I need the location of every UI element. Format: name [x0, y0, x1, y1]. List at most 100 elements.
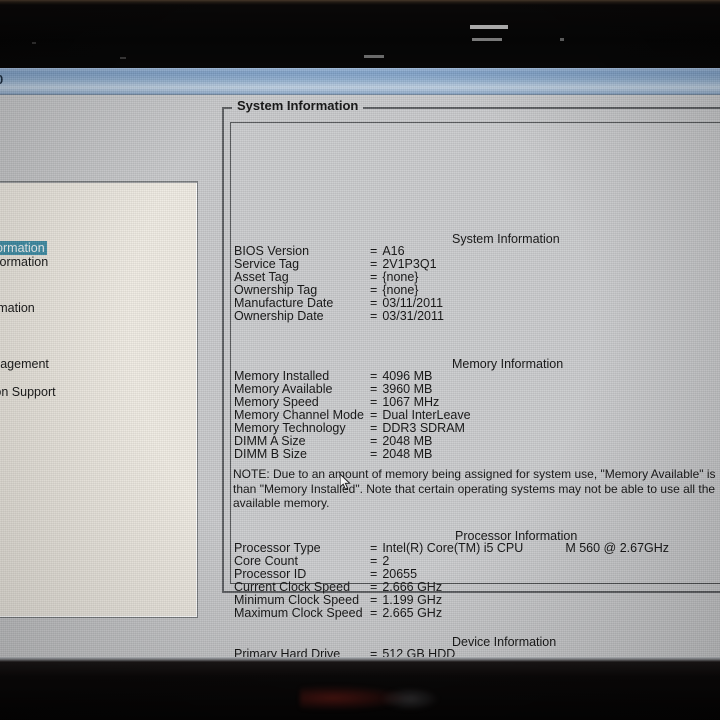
- info-row-label: Current Clock Speed: [234, 580, 351, 594]
- equals-sign: =: [370, 647, 378, 657]
- info-row-label: Manufacture Date: [234, 296, 334, 310]
- info-value-text: 03/31/2011: [382, 309, 444, 323]
- sidebar-item-power-management[interactable]: Power Management: [0, 357, 51, 371]
- info-row-label: Maximum Clock Speed: [234, 606, 363, 620]
- info-value-text: 512 GB HDD: [382, 647, 456, 657]
- sidebar-item-label: Memory Information: [0, 255, 49, 269]
- info-row-value: = 03/11/2011: [370, 296, 443, 310]
- info-row-label: Service Tag: [234, 257, 300, 271]
- navigation-tree-panel[interactable]: System InformationMemory InformationDate…: [0, 181, 198, 618]
- info-row-label: Minimum Clock Speed: [234, 593, 360, 607]
- equals-sign: =: [370, 606, 378, 620]
- info-row-value: = 2048 MB: [370, 447, 432, 461]
- equals-sign: =: [370, 309, 378, 323]
- sidebar-item-label: System Information: [0, 241, 45, 255]
- note-line-1: NOTE: Due to an amount of memory being a…: [233, 467, 716, 481]
- section-title-memory: Memory Information: [452, 357, 564, 371]
- info-row-value: = 1067 MHz: [370, 395, 439, 409]
- info-value-text: {none}: [382, 283, 419, 297]
- sidebar-item-memory-information[interactable]: Memory Information: [0, 255, 50, 269]
- info-value-text: A16: [382, 244, 405, 258]
- groupbox-legend: System Information: [232, 98, 364, 113]
- section-title-device: Device Information: [452, 635, 557, 649]
- info-row-label: Memory Speed: [234, 395, 319, 409]
- info-row-value: = 2.665 GHz: [370, 606, 442, 620]
- info-row-value: = 2.666 GHz: [370, 580, 442, 594]
- window-title: 0: [0, 72, 3, 87]
- sidebar-item-system-information[interactable]: System Information: [0, 241, 47, 255]
- info-row-value: = 03/31/2011: [370, 309, 444, 323]
- info-row-value: = 3960 MB: [370, 382, 432, 396]
- info-row-value: = 2: [370, 554, 389, 568]
- equals-sign: =: [370, 408, 378, 422]
- info-value-text: DDR3 SDRAM: [382, 421, 465, 435]
- equals-sign: =: [370, 283, 378, 297]
- info-row-value: = 2V1P3Q1: [370, 257, 437, 271]
- equals-sign: =: [370, 580, 378, 594]
- equals-sign: =: [370, 421, 378, 435]
- info-row-label: Primary Hard Drive: [234, 647, 341, 657]
- laptop-top-bezel: [0, 0, 720, 68]
- info-row-value: = 20655: [370, 567, 417, 581]
- info-row-value: = 1.199 GHz: [370, 593, 442, 607]
- info-row-label: Memory Available: [234, 382, 333, 396]
- info-value-text: 2048 MB: [382, 447, 433, 461]
- note-line-2: than "Memory Installed". Note that certa…: [233, 481, 716, 496]
- equals-sign: =: [370, 541, 378, 555]
- equals-sign: =: [370, 434, 378, 448]
- info-value-text: 2.666 GHz: [382, 580, 443, 594]
- info-row-value: = DDR3 SDRAM: [370, 421, 465, 435]
- info-value-text: {none}: [382, 270, 419, 284]
- info-value-text: 03/11/2011: [382, 296, 444, 310]
- equals-sign: =: [370, 554, 378, 568]
- info-row-label: Ownership Date: [234, 309, 324, 323]
- info-row-label: Asset Tag: [234, 270, 289, 284]
- info-value-text: 1067 MHz: [382, 395, 440, 409]
- info-row-label: Memory Installed: [234, 369, 330, 383]
- sidebar-item-label: Video Information: [0, 301, 35, 315]
- info-value-text: 2V1P3Q1: [382, 257, 437, 271]
- lcd-screen: 0 System InformationMemory InformationDa…: [0, 68, 720, 657]
- sidebar-item-label: Virtualization Support: [0, 385, 56, 399]
- bezel-glint: [32, 42, 36, 44]
- info-value-text: 20655: [382, 567, 418, 581]
- info-value-text: Dual InterLeave: [382, 408, 471, 422]
- equals-sign: =: [370, 296, 378, 310]
- equals-sign: =: [370, 593, 378, 607]
- laptop-bottom-bezel: [0, 657, 720, 720]
- laptop-screen-photo: 0 System InformationMemory InformationDa…: [0, 0, 720, 720]
- equals-sign: =: [370, 447, 378, 461]
- bios-setup-dialog: System InformationMemory InformationDate…: [0, 96, 720, 657]
- info-row-label: Ownership Tag: [234, 283, 318, 297]
- info-row-value: = {none}: [370, 270, 418, 284]
- bezel-glint: [364, 55, 384, 58]
- equals-sign: =: [370, 257, 378, 271]
- note-line-3: available memory.: [233, 496, 330, 510]
- info-row-label: BIOS Version: [234, 244, 310, 258]
- info-row-label: Processor ID: [234, 567, 307, 581]
- info-value-text: 1.199 GHz: [382, 593, 443, 607]
- equals-sign: =: [370, 244, 378, 258]
- info-row-label: Memory Technology: [234, 421, 346, 435]
- info-row-value: = Dual InterLeave: [370, 408, 471, 422]
- equals-sign: =: [370, 270, 378, 284]
- bezel-glint: [472, 38, 502, 41]
- info-row-value: = A16: [370, 244, 405, 258]
- mouse-cursor-icon: [340, 474, 351, 490]
- info-row-label: Memory Channel Mode: [234, 408, 364, 422]
- information-inner-frame: [230, 122, 720, 584]
- window-titlebar[interactable]: 0: [0, 68, 720, 95]
- info-value-extra: M 560 @ 2.67GHz: [565, 541, 670, 555]
- equals-sign: =: [370, 382, 378, 396]
- equals-sign: =: [370, 395, 378, 409]
- sidebar-item-video-information[interactable]: Video Information: [0, 301, 37, 315]
- sidebar-item-virtualization-support[interactable]: Virtualization Support: [0, 385, 58, 399]
- equals-sign: =: [370, 567, 378, 581]
- info-value-text: 2.665 GHz: [382, 606, 443, 620]
- bezel-glint: [120, 57, 126, 59]
- info-value-text: Intel(R) Core(TM) i5 CPU: [382, 541, 524, 555]
- info-row-label: DIMM B Size: [234, 447, 307, 461]
- info-row-value: = 512 GB HDD: [370, 647, 455, 657]
- bezel-glint: [470, 25, 508, 29]
- info-value-text: 2048 MB: [382, 434, 433, 448]
